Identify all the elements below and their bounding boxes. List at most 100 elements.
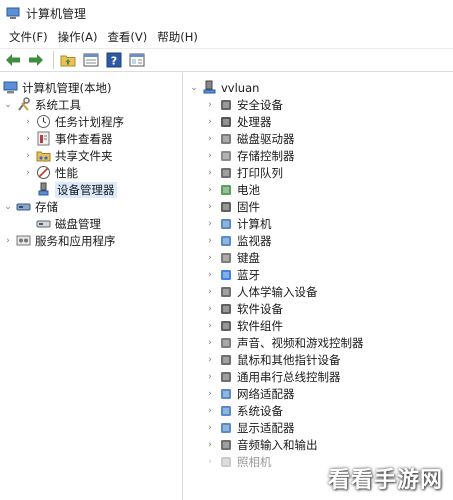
back-arrow-icon[interactable] — [3, 50, 23, 70]
chevron-right-icon[interactable]: › — [205, 385, 215, 402]
device-category-row[interactable]: › 打印队列 — [205, 164, 283, 181]
device-category-row[interactable]: › 网络适配器 — [205, 385, 295, 402]
device-category-label: 通用串行总线控制器 — [237, 369, 341, 384]
tree-item-performance[interactable]: › 性能 — [23, 164, 78, 181]
chevron-right-icon[interactable]: › — [205, 351, 215, 368]
tree-item-event-viewer[interactable]: › 事件查看器 — [23, 130, 113, 147]
chevron-right-icon[interactable]: › — [205, 368, 215, 385]
chevron-right-icon[interactable]: › — [205, 181, 215, 198]
chevron-right-icon[interactable]: › — [205, 130, 215, 147]
chevron-right-icon[interactable]: › — [205, 266, 215, 283]
chevron-right-icon[interactable]: › — [205, 147, 215, 164]
chevron-right-icon[interactable]: › — [205, 113, 215, 130]
chevron-right-icon[interactable]: › — [205, 317, 215, 334]
speaker-icon — [218, 335, 233, 350]
device-category-row[interactable]: › 固件 — [205, 198, 260, 215]
chevron-right-icon[interactable]: › — [205, 419, 215, 436]
tree-item-system-tools[interactable]: ⌄ 系统工具 — [3, 96, 81, 113]
tree-label: 性能 — [55, 165, 78, 180]
device-category-label: 软件设备 — [237, 301, 283, 316]
chevron-right-icon[interactable]: › — [205, 300, 215, 317]
device-category-row[interactable]: › 系统设备 — [205, 402, 283, 419]
chevron-down-icon[interactable]: ⌄ — [3, 96, 13, 113]
chevron-right-icon[interactable]: › — [205, 453, 215, 470]
device-category-row[interactable]: › 计算机 — [205, 215, 272, 232]
tree-item-disk-management[interactable]: 磁盘管理 — [36, 215, 101, 232]
device-category-row[interactable]: › 安全设备 — [205, 96, 283, 113]
up-folder-icon[interactable] — [58, 50, 78, 70]
device-category-label: 显示适配器 — [237, 420, 295, 435]
chevron-right-icon[interactable]: › — [23, 147, 33, 164]
device-category-row[interactable]: › 软件组件 — [205, 317, 283, 334]
tree-label: 磁盘管理 — [55, 216, 101, 231]
chevron-down-icon[interactable]: ⌄ — [3, 198, 13, 215]
chevron-right-icon[interactable]: › — [205, 283, 215, 300]
shield-icon — [218, 97, 233, 112]
tools-icon — [16, 97, 31, 112]
device-category-label: 音频输入和输出 — [237, 437, 318, 452]
computer-icon — [218, 216, 233, 231]
device-category-row[interactable]: › 音频输入和输出 — [205, 436, 318, 453]
monitor-icon — [218, 233, 233, 248]
device-category-row[interactable]: › 通用串行总线控制器 — [205, 368, 341, 385]
device-category-row[interactable]: › 人体学输入设备 — [205, 283, 317, 300]
menu-file[interactable]: 文件(F) — [4, 29, 53, 45]
chevron-right-icon[interactable]: › — [205, 232, 215, 249]
tree-item-services-apps[interactable]: › 服务和应用程序 — [3, 232, 115, 249]
chevron-right-icon[interactable]: › — [205, 334, 215, 351]
tree-item-root[interactable]: 计算机管理(本地) — [3, 79, 111, 96]
device-category-row[interactable]: › 磁盘驱动器 — [205, 130, 294, 147]
device-root[interactable]: ⌄ vvluan — [189, 79, 259, 96]
device-category-label: 监视器 — [237, 233, 272, 248]
device-category-row[interactable]: › 照相机 — [205, 453, 272, 470]
tree-item-device-manager[interactable]: 设备管理器 — [36, 181, 117, 198]
menu-action[interactable]: 操作(A) — [53, 29, 103, 45]
storage-icon — [16, 199, 31, 214]
chevron-right-icon[interactable]: › — [205, 198, 215, 215]
device-category-row[interactable]: › 显示适配器 — [205, 419, 295, 436]
properties-icon[interactable] — [81, 50, 101, 70]
tree-item-shared-folders[interactable]: › 共享文件夹 — [23, 147, 112, 164]
toolbar: ? — [0, 48, 453, 72]
device-category-label: 系统设备 — [237, 403, 283, 418]
chevron-right-icon[interactable]: › — [205, 249, 215, 266]
device-category-label: 键盘 — [237, 250, 260, 265]
device-category-row[interactable]: › 键盘 — [205, 249, 260, 266]
chevron-right-icon[interactable]: › — [23, 113, 33, 130]
chevron-right-icon[interactable]: › — [205, 164, 215, 181]
chevron-right-icon[interactable]: › — [3, 232, 13, 249]
toolbar-separator — [53, 51, 54, 69]
device-category-label: 照相机 — [237, 454, 272, 469]
device-category-row[interactable]: › 存储控制器 — [205, 147, 294, 164]
device-category-row[interactable]: › 电池 — [205, 181, 260, 198]
computer-management-icon — [6, 6, 20, 20]
chevron-down-icon[interactable]: ⌄ — [189, 79, 199, 96]
tree-item-task-scheduler[interactable]: › 任务计划程序 — [23, 113, 124, 130]
menu-help[interactable]: 帮助(H) — [152, 29, 203, 45]
chevron-right-icon[interactable]: › — [205, 436, 215, 453]
forward-arrow-icon[interactable] — [26, 50, 46, 70]
chevron-right-icon[interactable]: › — [23, 130, 33, 147]
device-category-row[interactable]: › 监视器 — [205, 232, 272, 249]
device-category-label: 计算机 — [237, 216, 272, 231]
chevron-right-icon[interactable]: › — [205, 96, 215, 113]
device-category-row[interactable]: › 软件设备 — [205, 300, 283, 317]
chevron-right-icon[interactable]: › — [205, 215, 215, 232]
device-category-label: 网络适配器 — [237, 386, 295, 401]
chevron-right-icon[interactable]: › — [23, 164, 33, 181]
device-category-row[interactable]: › 声音、视频和游戏控制器 — [205, 334, 363, 351]
tree-item-storage[interactable]: ⌄ 存储 — [3, 198, 58, 215]
menu-view[interactable]: 查看(V) — [102, 29, 152, 45]
chevron-right-icon[interactable]: › — [205, 402, 215, 419]
computer-icon — [202, 80, 217, 95]
device-category-row[interactable]: › 鼠标和其他指针设备 — [205, 351, 340, 368]
battery-icon — [218, 182, 233, 197]
device-category-row[interactable]: › 蓝牙 — [205, 266, 260, 283]
show-pane-icon[interactable] — [127, 50, 147, 70]
software-component-icon — [218, 318, 233, 333]
computer-management-icon — [3, 80, 18, 95]
clock-icon — [36, 114, 51, 129]
device-category-row[interactable]: › 处理器 — [205, 113, 271, 130]
tree-label: 系统工具 — [35, 97, 81, 112]
help-icon[interactable]: ? — [104, 50, 124, 70]
